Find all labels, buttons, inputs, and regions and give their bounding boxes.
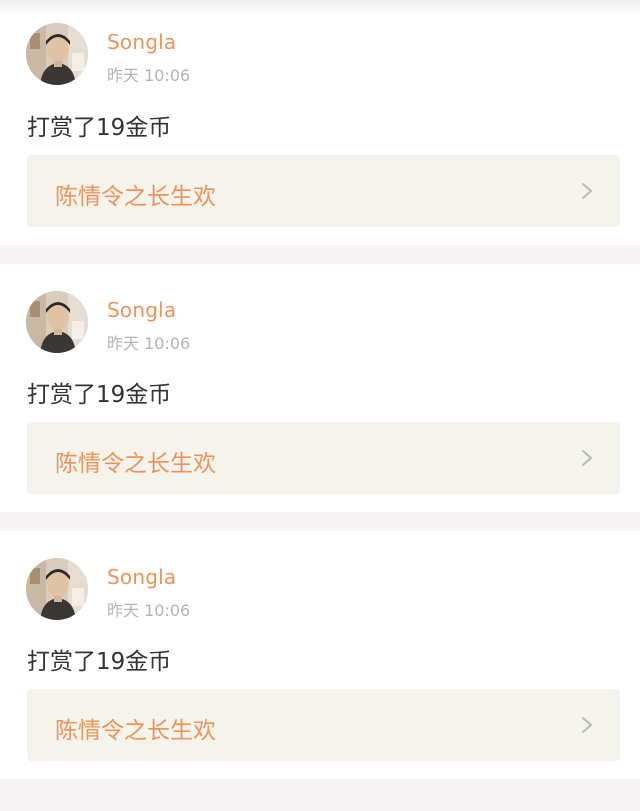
chevron-right-icon [582,450,592,466]
book-link[interactable]: 陈情令之长生欢 [27,155,620,227]
book-link[interactable]: 陈情令之长生欢 [27,689,620,761]
feed-item: Songla 昨天 10:06 打赏了19金币 陈情令之长生欢 [0,264,640,512]
user-avatar[interactable] [26,23,88,85]
timestamp: 昨天 10:06 [107,66,191,85]
timestamp: 昨天 10:06 [107,334,191,353]
chevron-right-icon [582,183,592,199]
feed-item: Songla 昨天 10:06 打赏了19金币 陈情令之长生欢 [0,531,640,779]
book-link[interactable]: 陈情令之长生欢 [27,422,620,494]
timestamp: 昨天 10:06 [107,601,191,620]
reward-message: 打赏了19金币 [27,115,172,141]
user-avatar[interactable] [26,291,88,353]
username[interactable]: Songla [107,565,176,589]
reward-message: 打赏了19金币 [27,649,172,675]
book-title: 陈情令之长生欢 [55,184,216,210]
book-title: 陈情令之长生欢 [55,718,216,744]
book-title: 陈情令之长生欢 [55,451,216,477]
feed-item: Songla 昨天 10:06 打赏了19金币 陈情令之长生欢 [0,0,640,245]
username[interactable]: Songla [107,298,176,322]
reward-message: 打赏了19金币 [27,382,172,408]
chevron-right-icon [582,717,592,733]
top-shadow [0,0,640,14]
avatar-image [26,558,88,620]
avatar-image [26,291,88,353]
avatar-image [26,23,88,85]
user-avatar[interactable] [26,558,88,620]
username[interactable]: Songla [107,30,176,54]
